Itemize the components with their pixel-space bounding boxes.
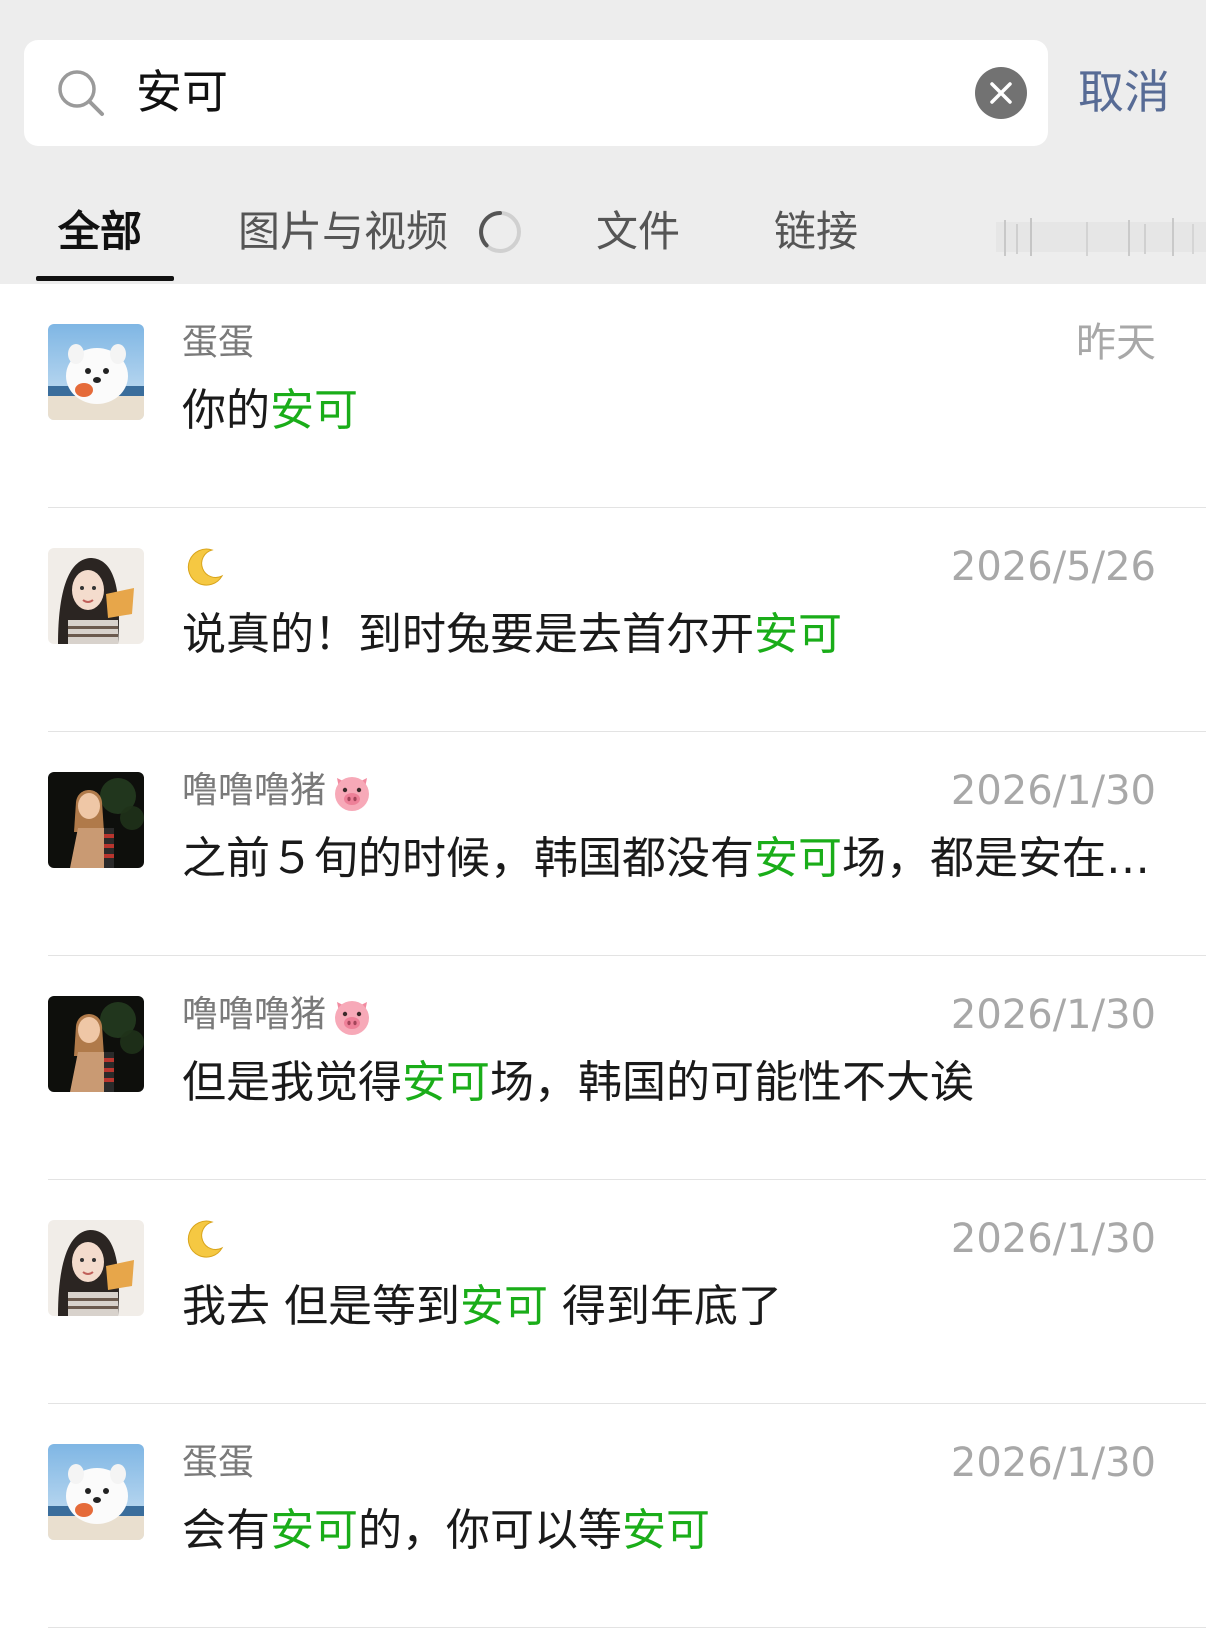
message-snippet: 说真的！到时兔要是去首尔开安可 xyxy=(182,604,842,666)
keyword-highlight: 安可 xyxy=(402,1057,490,1108)
search-result-row[interactable]: 噜噜噜猪 2026/1/30 之前５旬的时候，韩国都没有安可场，都是安在… xyxy=(0,732,1206,956)
tab-all[interactable]: 全部 xyxy=(58,204,142,260)
clear-search-button[interactable] xyxy=(975,67,1027,119)
search-result-row[interactable]: 2026/1/30 我去 但是等到安可 得到年底了 xyxy=(0,1180,1206,1404)
message-text: 场，都是安在… xyxy=(842,833,1150,884)
keyword-highlight: 安可 xyxy=(754,833,842,884)
message-text: 说真的！到时兔要是去首尔开 xyxy=(182,609,754,660)
sender-name-text: 噜噜噜猪 xyxy=(182,994,327,1035)
message-text: 场，韩国的可能性不大诶 xyxy=(490,1057,974,1108)
keyword-highlight: 安可 xyxy=(754,609,842,660)
sender-name-text: 蛋蛋 xyxy=(182,322,255,363)
message-text: 的，你可以等 xyxy=(358,1505,622,1556)
sender-name-text: 蛋蛋 xyxy=(182,1442,255,1483)
crescent-moon-icon xyxy=(182,546,226,590)
cancel-button[interactable]: 取消 xyxy=(1078,62,1170,122)
keyword-highlight: 安可 xyxy=(622,1505,710,1556)
search-results-list: 蛋蛋 昨天 你的安可 2026/5/26 说真的！到时兔要是去首尔开安可 噜噜噜猪 xyxy=(0,284,1206,1628)
message-time: 昨天 xyxy=(1076,320,1156,366)
loading-spinner-icon xyxy=(479,211,521,253)
filter-tabs: 全部 图片与视频 文件 链接 xyxy=(0,196,1206,282)
sender-name xyxy=(182,542,226,592)
search-result-row[interactable]: 蛋蛋 昨天你的安可 xyxy=(0,284,1206,508)
keyword-highlight: 安可 xyxy=(270,385,358,436)
samoyed-avatar[interactable] xyxy=(48,324,144,420)
sender-name xyxy=(182,1214,226,1264)
sender-name-text: 噜噜噜猪 xyxy=(182,770,327,811)
girl-snack-avatar[interactable] xyxy=(48,1220,144,1316)
search-result-row[interactable]: 蛋蛋 2026/1/30 会有安可的，你可以等安可 xyxy=(0,1404,1206,1628)
search-query-text[interactable]: 安可 xyxy=(136,62,228,122)
night-girl-avatar[interactable] xyxy=(48,772,144,868)
message-text: 之前５旬的时候，韩国都没有 xyxy=(182,833,754,884)
search-input[interactable]: 安可 xyxy=(24,40,1048,146)
message-text: 你的 xyxy=(182,385,270,436)
sender-name: 蛋蛋 xyxy=(182,1438,254,1488)
tab-photos-videos[interactable]: 图片与视频 xyxy=(238,204,448,260)
message-time: 2026/1/30 xyxy=(950,1216,1156,1262)
search-screen: 安可 取消 全部 图片与视频 文件 链接 蛋蛋 昨天 你的安可 2026/5/2… xyxy=(0,0,1206,1635)
message-time: 2026/1/30 xyxy=(950,1440,1156,1486)
message-snippet: 但是我觉得安可场，韩国的可能性不大诶 xyxy=(182,1052,974,1114)
search-result-row[interactable]: 噜噜噜猪 2026/1/30 但是我觉得安可场，韩国的可能性不大诶 xyxy=(0,956,1206,1180)
close-icon xyxy=(990,82,1012,104)
message-time: 2026/5/26 xyxy=(950,544,1156,590)
message-snippet: 会有安可的，你可以等安可 xyxy=(182,1500,710,1562)
sender-name: 蛋蛋 xyxy=(182,318,254,368)
search-result-row[interactable]: 2026/5/26 说真的！到时兔要是去首尔开安可 xyxy=(0,508,1206,732)
keyword-highlight: 安可 xyxy=(460,1281,548,1332)
message-text: 我去 但是等到 xyxy=(182,1281,460,1332)
message-time: 2026/1/30 xyxy=(950,768,1156,814)
message-snippet: 我去 但是等到安可 得到年底了 xyxy=(182,1276,782,1338)
message-text: 但是我觉得 xyxy=(182,1057,402,1108)
sender-name: 噜噜噜猪 xyxy=(182,766,374,816)
message-time: 2026/1/30 xyxy=(950,992,1156,1038)
message-text: 会有 xyxy=(182,1505,270,1556)
pig-face-icon xyxy=(330,994,374,1038)
active-tab-indicator xyxy=(36,276,174,281)
search-icon xyxy=(58,70,104,116)
night-girl-avatar[interactable] xyxy=(48,996,144,1092)
girl-snack-avatar[interactable] xyxy=(48,548,144,644)
tab-files[interactable]: 文件 xyxy=(596,204,680,260)
sender-name: 噜噜噜猪 xyxy=(182,990,374,1040)
message-snippet: 之前５旬的时候，韩国都没有安可场，都是安在… xyxy=(182,828,1150,890)
blurred-tab-label[interactable] xyxy=(996,216,1206,260)
keyword-highlight: 安可 xyxy=(270,1505,358,1556)
tab-links[interactable]: 链接 xyxy=(774,204,858,260)
message-snippet: 你的安可 xyxy=(182,380,358,442)
row-divider xyxy=(48,1627,1206,1628)
search-header: 安可 取消 全部 图片与视频 文件 链接 xyxy=(0,0,1206,284)
samoyed-avatar[interactable] xyxy=(48,1444,144,1540)
message-text: 得到年底了 xyxy=(548,1281,782,1332)
pig-face-icon xyxy=(330,770,374,814)
crescent-moon-icon xyxy=(182,1218,226,1262)
